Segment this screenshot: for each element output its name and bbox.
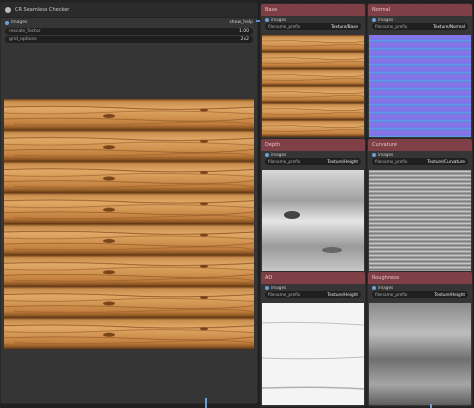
filename-prefix-label: filename_prefix xyxy=(268,159,301,164)
images-input-row: images xyxy=(368,16,472,23)
rescale-factor-value[interactable]: 1.00 xyxy=(239,29,249,34)
rescale-factor-label: rescale_factor xyxy=(9,29,41,34)
images-port-icon[interactable] xyxy=(372,152,376,157)
grid-options-value[interactable]: 2x2 xyxy=(241,37,249,42)
grid-options-label: grid_options xyxy=(9,37,37,42)
node-header[interactable]: Depth xyxy=(261,139,365,151)
filename-prefix-value[interactable]: Texture/Height xyxy=(434,292,465,297)
show-help-output[interactable]: show_help xyxy=(229,20,253,25)
node-header[interactable]: Roughness xyxy=(368,272,472,284)
ao-texture-image xyxy=(262,303,364,405)
images-port-icon[interactable] xyxy=(372,285,376,290)
filename-prefix-label: filename_prefix xyxy=(375,159,408,164)
images-input-row: images xyxy=(368,151,472,158)
node-title: AO xyxy=(265,275,273,281)
filename-prefix-value[interactable]: Texture/Base xyxy=(331,24,358,29)
images-input-row: images xyxy=(261,151,365,158)
io-row: images show_help xyxy=(1,18,257,27)
depth-texture-image xyxy=(262,170,364,272)
filename-prefix-widget[interactable]: filename_prefix Texture/Curvature xyxy=(372,158,468,165)
graph-canvas[interactable]: CR Seamless Checker images show_help res… xyxy=(0,0,474,408)
normal-texture-node[interactable]: Normal images filename_prefix Texture/Nor… xyxy=(367,3,473,139)
filename-prefix-widget[interactable]: filename_prefix Texture/Base xyxy=(265,23,361,30)
images-input-row: images xyxy=(368,284,472,291)
seamless-checker-node[interactable]: CR Seamless Checker images show_help res… xyxy=(0,2,258,404)
images-port-icon[interactable] xyxy=(265,152,269,157)
node-title: Normal xyxy=(372,7,391,13)
curvature-texture-node[interactable]: Curvature images filename_prefix Texture/… xyxy=(367,138,473,274)
rescale-factor-widget[interactable]: rescale_factor 1.00 xyxy=(5,28,253,35)
images-label: images xyxy=(271,285,287,290)
filename-prefix-label: filename_prefix xyxy=(375,292,408,297)
node-title: CR Seamless Checker xyxy=(15,7,70,13)
base-texture-node[interactable]: Base images filename_prefix Texture/Base xyxy=(260,3,366,139)
filename-prefix-value[interactable]: Texture/Curvature xyxy=(427,159,465,164)
node-header[interactable]: Base xyxy=(261,4,365,16)
images-input-row: images xyxy=(261,16,365,23)
wood-preview-image xyxy=(4,99,254,349)
depth-texture-node[interactable]: Depth images filename_prefix Texture/Heig… xyxy=(260,138,366,274)
link-wire xyxy=(205,398,207,408)
images-label: images xyxy=(378,152,394,157)
images-port-icon[interactable] xyxy=(265,17,269,22)
images-input-label: images xyxy=(11,20,28,25)
filename-prefix-widget[interactable]: filename_prefix Texture/Normal xyxy=(372,23,468,30)
collapse-dot-icon[interactable] xyxy=(5,7,11,13)
images-input-row: images xyxy=(261,284,365,291)
link-wire xyxy=(430,404,432,408)
images-port-icon[interactable] xyxy=(265,285,269,290)
images-input-port-icon[interactable] xyxy=(5,20,9,25)
curvature-texture-image xyxy=(369,170,471,272)
node-header[interactable]: Normal xyxy=(368,4,472,16)
node-header[interactable]: AO xyxy=(261,272,365,284)
filename-prefix-label: filename_prefix xyxy=(268,292,301,297)
node-title: Curvature xyxy=(372,142,397,148)
base-texture-image xyxy=(262,35,364,137)
images-label: images xyxy=(271,152,287,157)
images-label: images xyxy=(378,285,394,290)
filename-prefix-value[interactable]: Texture/Height xyxy=(327,292,358,297)
filename-prefix-label: filename_prefix xyxy=(375,24,408,29)
node-title: Depth xyxy=(265,142,281,148)
filename-prefix-widget[interactable]: filename_prefix Texture/Height xyxy=(265,158,361,165)
node-header[interactable]: Curvature xyxy=(368,139,472,151)
images-label: images xyxy=(378,17,394,22)
node-title-bar[interactable]: CR Seamless Checker xyxy=(1,3,257,18)
filename-prefix-label: filename_prefix xyxy=(268,24,301,29)
images-label: images xyxy=(271,17,287,22)
normal-texture-image xyxy=(369,35,471,137)
grid-options-widget[interactable]: grid_options 2x2 xyxy=(5,36,253,43)
filename-prefix-value[interactable]: Texture/Height xyxy=(327,159,358,164)
node-title: Roughness xyxy=(372,275,400,281)
node-title: Base xyxy=(265,7,278,13)
roughness-texture-image xyxy=(369,303,471,405)
ao-texture-node[interactable]: AO images filename_prefix Texture/Height xyxy=(260,271,366,407)
images-port-icon[interactable] xyxy=(372,17,376,22)
roughness-texture-node[interactable]: Roughness images filename_prefix Texture/… xyxy=(367,271,473,407)
filename-prefix-value[interactable]: Texture/Normal xyxy=(433,24,465,29)
filename-prefix-widget[interactable]: filename_prefix Texture/Height xyxy=(372,291,468,298)
filename-prefix-widget[interactable]: filename_prefix Texture/Height xyxy=(265,291,361,298)
